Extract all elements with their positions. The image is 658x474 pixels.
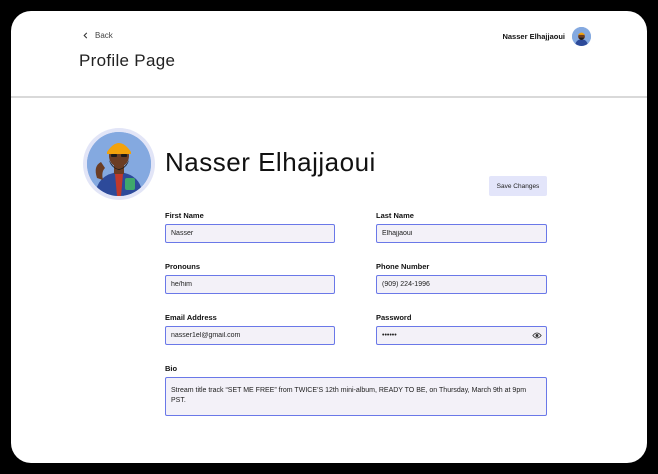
back-link[interactable]: Back — [82, 31, 113, 40]
bio-label: Bio — [165, 364, 178, 373]
avatar[interactable] — [572, 27, 591, 46]
profile-name: Nasser Elhajjaoui — [165, 147, 376, 177]
chevron-left-icon — [83, 32, 88, 39]
phone-number-field[interactable] — [376, 275, 547, 294]
last-name-field[interactable] — [376, 224, 547, 243]
avatar-image — [572, 27, 591, 46]
first-name-label: First Name — [165, 211, 204, 220]
eye-icon[interactable] — [532, 331, 542, 340]
screen: Back Profile Page Nasser Elhajjaoui Nass… — [11, 11, 647, 463]
profile-avatar[interactable] — [83, 128, 155, 200]
email-field[interactable] — [165, 326, 335, 345]
last-name-label: Last Name — [376, 211, 414, 220]
user-menu[interactable]: Nasser Elhajjaoui — [502, 27, 591, 46]
back-label: Back — [95, 31, 113, 40]
password-wrapper — [376, 326, 547, 345]
user-name: Nasser Elhajjaoui — [502, 32, 565, 41]
bio-field[interactable]: Stream title track “SET ME FREE” from TW… — [165, 377, 547, 416]
first-name-field[interactable] — [165, 224, 335, 243]
pronouns-label: Pronouns — [165, 262, 200, 271]
phone-number-label: Phone Number — [376, 262, 430, 271]
page-header: Back Profile Page Nasser Elhajjaoui — [11, 11, 647, 98]
save-changes-button[interactable]: Save Changes — [489, 176, 547, 196]
profile-avatar-image — [87, 132, 151, 196]
password-label: Password — [376, 313, 412, 322]
page-title: Profile Page — [79, 51, 176, 70]
password-field[interactable] — [376, 326, 547, 345]
pronouns-field[interactable] — [165, 275, 335, 294]
device-frame: Back Profile Page Nasser Elhajjaoui Nass… — [0, 0, 658, 474]
email-label: Email Address — [165, 313, 217, 322]
